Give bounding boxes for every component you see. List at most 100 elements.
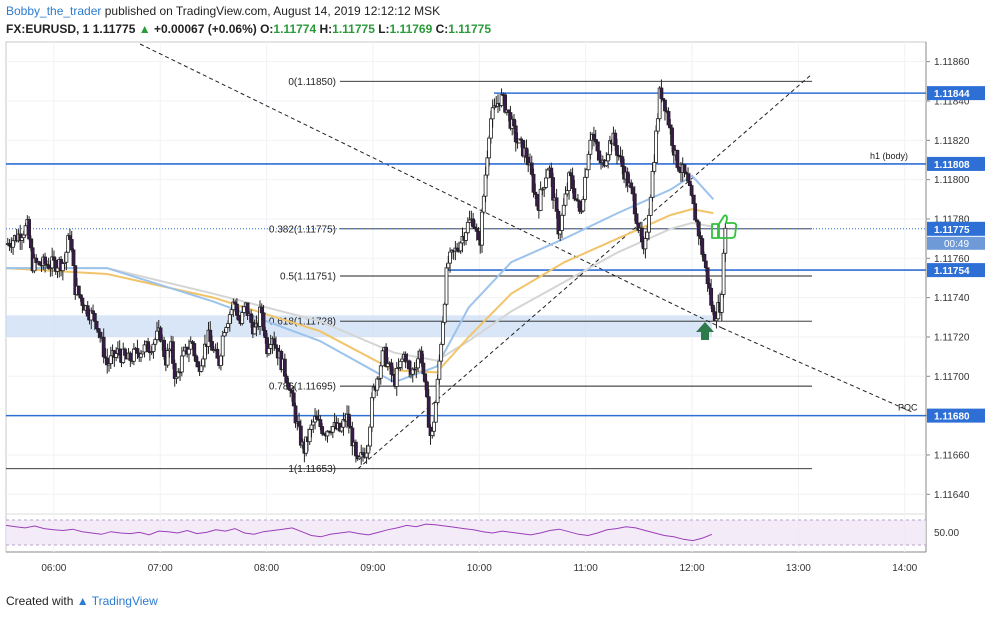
candle-body — [586, 153, 591, 171]
tradingview-logo-icon: ▲ — [76, 594, 89, 608]
candle-body — [181, 350, 186, 357]
candle-body — [584, 169, 589, 178]
candle-body — [229, 309, 234, 316]
candle-body — [629, 182, 634, 189]
x-tick-label: 11:00 — [574, 563, 599, 574]
candle-body — [433, 402, 438, 423]
candle-body — [297, 421, 301, 427]
candle-body — [261, 312, 266, 331]
candle-body — [421, 362, 426, 375]
y-tick-label: 1.11720 — [934, 332, 970, 343]
candle-body — [307, 428, 312, 443]
candle-body — [135, 348, 140, 354]
candle-body — [430, 430, 435, 436]
candle-body — [568, 172, 573, 177]
candle-body — [650, 170, 655, 198]
candle-body — [634, 213, 639, 224]
candle-body — [554, 197, 559, 212]
candle-body — [194, 355, 198, 362]
candle-body — [437, 360, 442, 380]
x-tick-label: 06:00 — [41, 563, 66, 574]
candle-body — [513, 125, 518, 143]
candle-body — [389, 362, 394, 375]
candle-body — [538, 188, 543, 211]
candle-body — [151, 343, 156, 352]
price-axis-level-label: 1.11808 — [934, 160, 970, 171]
candle-body — [23, 225, 28, 236]
fib-level-label: 1(1.11653) — [288, 464, 336, 475]
candle-body — [686, 173, 690, 182]
candle-body — [192, 343, 197, 357]
candle-body — [222, 332, 227, 337]
level-note: POC — [898, 403, 918, 413]
candle-body — [252, 326, 257, 335]
candle-body — [242, 306, 246, 313]
candle-body — [172, 362, 177, 379]
candle-body — [94, 320, 99, 329]
candle-body — [652, 162, 657, 172]
candle-body — [215, 348, 220, 359]
candle-body — [631, 187, 635, 195]
fib-level-label: 0(1.11850) — [288, 77, 336, 88]
price-chart[interactable]: 1.118601.118401.118201.118001.117801.117… — [0, 0, 988, 618]
price-axis-level-label: 1.11844 — [934, 89, 970, 100]
candle-body — [545, 169, 550, 179]
candle-body — [474, 227, 479, 232]
candle-body — [158, 327, 163, 342]
fib-level-label: 0.786(1.11695) — [269, 382, 336, 393]
footer: Created with ▲ TradingView — [6, 594, 158, 608]
candle-body — [11, 240, 16, 248]
candle-body — [663, 99, 667, 112]
candle-body — [293, 405, 298, 424]
candle-body — [309, 424, 314, 430]
candle-body — [219, 355, 223, 366]
candle-body — [435, 378, 440, 404]
candle-body — [483, 174, 488, 197]
candle-body — [707, 283, 712, 289]
candle-body — [274, 344, 278, 349]
candle-body — [27, 219, 31, 240]
candle-body — [689, 185, 694, 196]
candle-body — [423, 373, 428, 383]
candle-body — [364, 452, 369, 458]
candle-body — [76, 285, 81, 296]
candle-body — [458, 242, 463, 252]
plot-frame — [5, 41, 927, 553]
candle-body — [240, 312, 245, 324]
candle-body — [380, 350, 385, 367]
candle-body — [407, 360, 412, 370]
candle-body — [69, 239, 74, 251]
candle-body — [581, 198, 586, 212]
candle-body — [171, 341, 175, 364]
tradingview-brand[interactable]: TradingView — [92, 594, 158, 608]
candle-body — [572, 188, 577, 200]
candle-body — [20, 237, 24, 241]
candle-body — [709, 287, 714, 306]
candle-body — [162, 339, 166, 357]
candle-body — [375, 378, 380, 391]
candle-body — [320, 426, 325, 435]
candle-body — [266, 348, 271, 355]
candle-body — [639, 227, 644, 243]
candle-body — [101, 336, 106, 358]
candle-body — [366, 445, 371, 454]
candle-body — [220, 335, 225, 357]
candle-body — [78, 294, 83, 299]
candle-body — [700, 238, 705, 255]
candle-body — [705, 267, 710, 285]
candle-body — [570, 175, 575, 189]
x-tick-label: 14:00 — [892, 563, 917, 574]
candle-body — [561, 204, 566, 216]
candle-body — [394, 367, 399, 387]
candle-body — [670, 127, 674, 146]
candle-body — [187, 348, 191, 355]
candle-body — [448, 251, 452, 264]
candle-body — [485, 157, 490, 176]
rsi-level-label: 50.00 — [934, 528, 959, 539]
candle-body — [592, 133, 596, 140]
candle-body — [668, 124, 673, 129]
candle-body — [108, 355, 113, 365]
candle-body — [117, 348, 122, 356]
candle-body — [563, 193, 568, 206]
x-tick-label: 10:00 — [467, 563, 492, 574]
